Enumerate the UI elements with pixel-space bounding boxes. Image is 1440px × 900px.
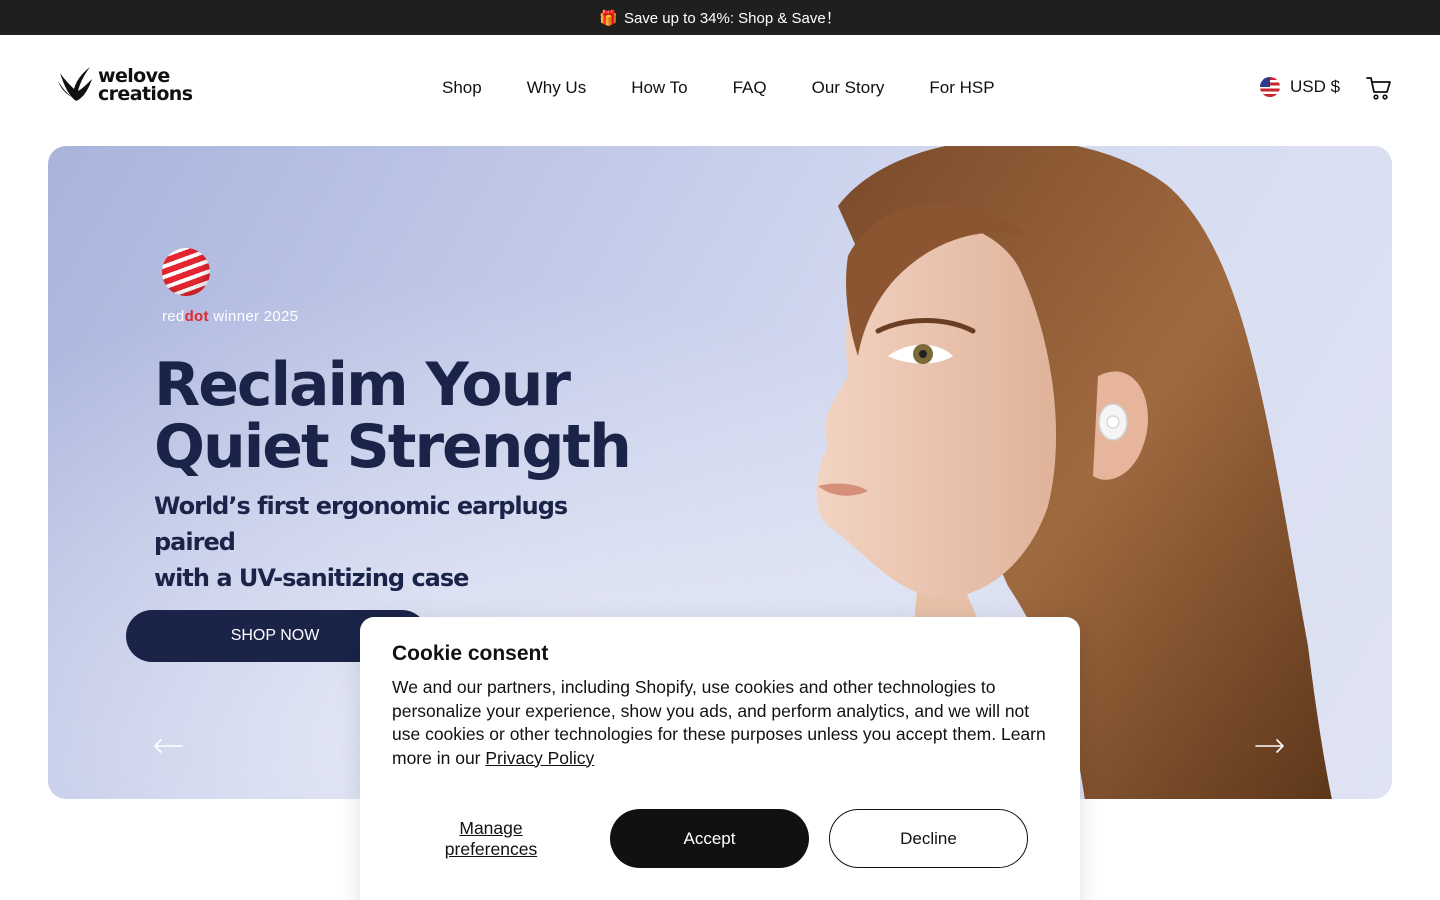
nav-faq[interactable]: FAQ bbox=[733, 78, 767, 98]
bird-logo-icon bbox=[58, 67, 92, 101]
hero-subtitle: World’s first ergonomic earplugs paired … bbox=[154, 492, 568, 592]
cookie-actions: Manage preferences Accept Decline bbox=[392, 809, 1028, 868]
gift-icon: 🎁 bbox=[599, 9, 618, 27]
currency-selector[interactable]: USD $ bbox=[1260, 77, 1340, 97]
nav-for-hsp[interactable]: For HSP bbox=[929, 78, 994, 98]
manage-preferences-link[interactable]: Manage preferences bbox=[392, 818, 590, 860]
nav-our-story[interactable]: Our Story bbox=[812, 78, 885, 98]
announcement-text: Save up to 34%: Shop & Save！ bbox=[623, 10, 841, 27]
reddot-logo-icon bbox=[162, 248, 210, 296]
reddot-award: reddot winner 2025 bbox=[162, 248, 298, 325]
announcement-bar[interactable]: 🎁 Save up to 34%: Shop & Save！ bbox=[0, 0, 1440, 35]
privacy-policy-link[interactable]: Privacy Policy bbox=[485, 748, 594, 768]
cookie-consent-dialog: Cookie consent We and our partners, incl… bbox=[360, 617, 1080, 900]
arrow-right-icon[interactable] bbox=[1254, 738, 1286, 754]
logo-wordmark: welove creations bbox=[98, 65, 193, 105]
currency-label: USD $ bbox=[1290, 77, 1341, 96]
arrow-left-icon[interactable] bbox=[152, 738, 184, 754]
cookie-body: We and our partners, including Shopify, … bbox=[392, 677, 1046, 768]
main-nav: Shop Why Us How To FAQ Our Story For HSP bbox=[442, 78, 1040, 98]
nav-shop[interactable]: Shop bbox=[442, 78, 482, 98]
nav-why-us[interactable]: Why Us bbox=[527, 78, 587, 98]
nav-how-to[interactable]: How To bbox=[631, 78, 687, 98]
cart-icon[interactable] bbox=[1366, 75, 1392, 101]
logo[interactable]: welove creations bbox=[56, 65, 193, 105]
decline-button[interactable]: Decline bbox=[829, 809, 1028, 868]
award-text: reddot winner 2025 bbox=[162, 308, 299, 325]
site-header: welove creations Shop Why Us How To FAQ … bbox=[0, 35, 1440, 146]
cookie-title: Cookie consent bbox=[392, 642, 549, 665]
hero-title: Reclaim Your Quiet Strength bbox=[154, 350, 632, 482]
us-flag-icon bbox=[1260, 77, 1280, 97]
accept-button[interactable]: Accept bbox=[610, 809, 809, 868]
